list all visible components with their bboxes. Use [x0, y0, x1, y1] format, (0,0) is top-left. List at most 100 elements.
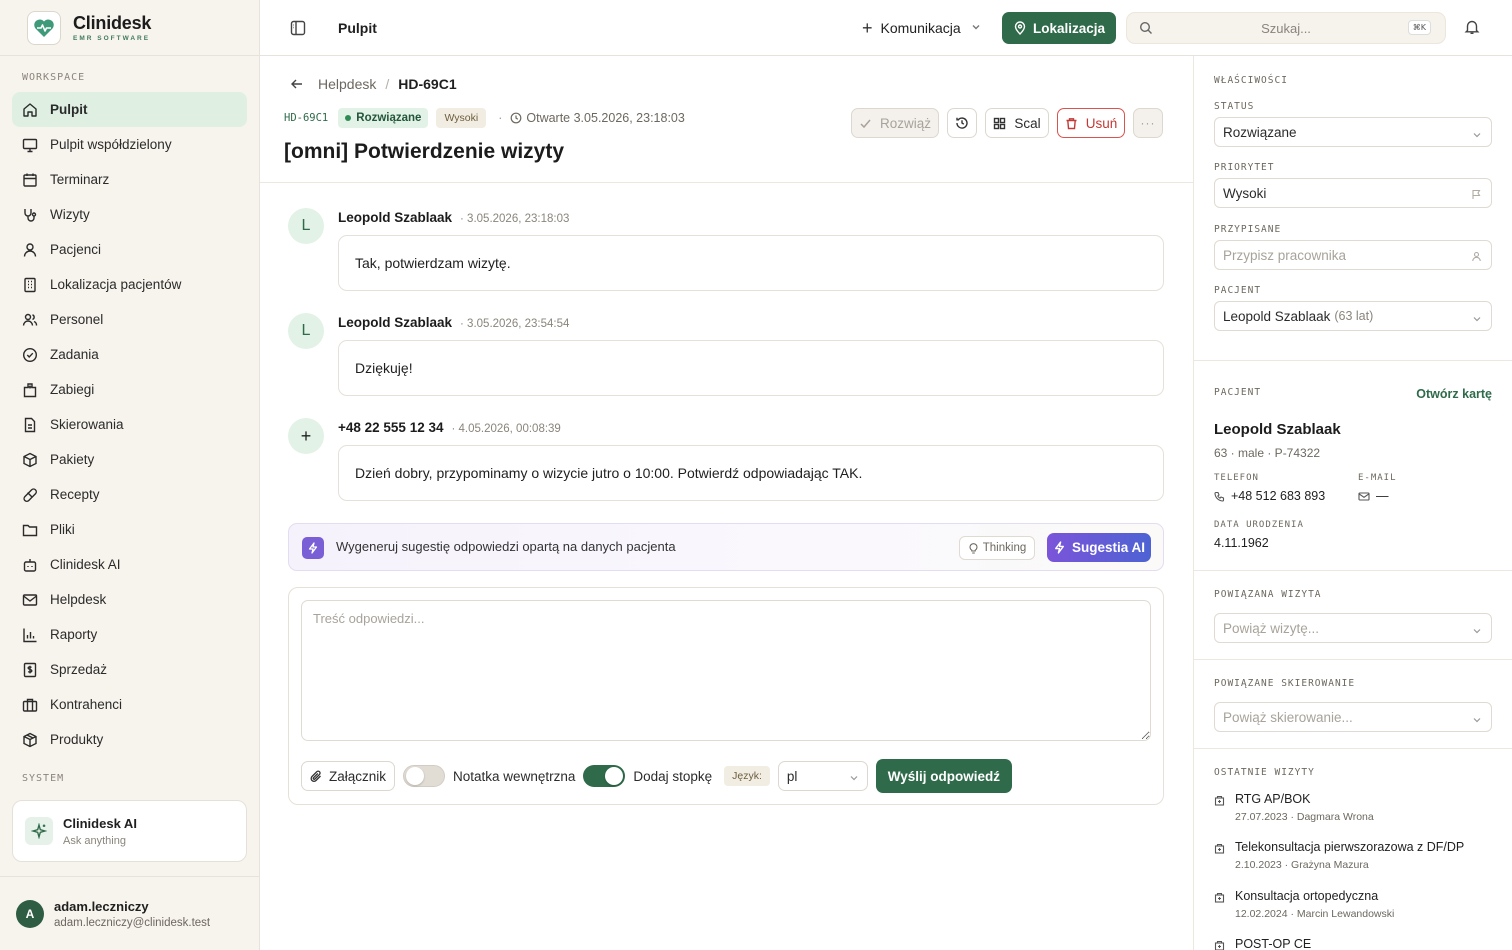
visit-meta: 12.02.2024 · Marcin Lewandowski: [1235, 908, 1395, 920]
resolve-button[interactable]: Rozwiąż: [851, 108, 939, 138]
status-badge: Rozwiązane: [338, 108, 429, 128]
attachment-button[interactable]: Załącznik: [301, 761, 396, 791]
patient-card-label: PACJENT: [1214, 387, 1262, 398]
sidebar-item-label: Helpdesk: [50, 592, 107, 607]
properties-section: WŁAŚCIWOŚCI STATUS Rozwiązane PRIORYTET …: [1194, 56, 1512, 361]
phone-label: TELEFON: [1214, 473, 1259, 483]
patient-select[interactable]: Leopold Szablaak (63 lat): [1214, 301, 1492, 331]
box-icon: [23, 732, 37, 747]
reply-composer: Załącznik Notatka wewnętrzna Dodaj stopk…: [288, 587, 1164, 805]
message-author: Leopold Szablaak: [338, 315, 453, 330]
assigned-placeholder: Przypisz pracownika: [1223, 247, 1347, 263]
workspace-label: WORKSPACE: [22, 72, 86, 83]
message-body: Dziękuję!: [338, 340, 1164, 396]
sidebar-item-label: Skierowania: [50, 417, 124, 432]
search-input[interactable]: [1167, 13, 1405, 43]
opened-text: Otwarte 3.05.2026, 23:18:03: [526, 111, 685, 125]
ai-suggestion-button[interactable]: Sugestia AI: [1047, 533, 1151, 562]
status-select[interactable]: Rozwiązane: [1214, 117, 1492, 147]
recent-visits-section: OSTATNIE WIZYTY RTG AP/BOK 27.07.2023 · …: [1194, 749, 1512, 950]
priority-select[interactable]: Wysoki: [1214, 178, 1492, 208]
footer-label: Dodaj stopkę: [633, 768, 713, 784]
sidebar-item-kontrahenci[interactable]: Kontrahenci: [12, 687, 247, 722]
sidebar-item-clinidesk-ai[interactable]: Clinidesk AI: [12, 547, 247, 582]
system-label: SYSTEM: [22, 773, 65, 784]
language-label: Język:: [724, 766, 770, 786]
sidebar-item-helpdesk[interactable]: Helpdesk: [12, 582, 247, 617]
sidebar-item-zadania[interactable]: Zadania: [12, 337, 247, 372]
sidebar-item-personel[interactable]: Personel: [12, 302, 247, 337]
sidebar-item-wizyty[interactable]: Wizyty: [12, 197, 247, 232]
language-select[interactable]: pl: [777, 761, 868, 791]
check-circle-icon: [22, 347, 38, 362]
sidebar-item-produkty[interactable]: Produkty: [12, 722, 247, 757]
priority-label: PRIORYTET: [1214, 162, 1275, 173]
sidebar-item-label: Raporty: [50, 627, 98, 642]
sidebar-item-pulpit-wspoldzielony[interactable]: Pulpit współdzielony: [12, 127, 247, 162]
properties-panel: WŁAŚCIWOŚCI STATUS Rozwiązane PRIORYTET …: [1193, 56, 1512, 950]
phone-value: +48 512 683 893: [1231, 489, 1326, 503]
avatar: L: [288, 313, 324, 349]
merge-button[interactable]: Scal: [985, 108, 1049, 138]
internal-note-toggle[interactable]: [403, 765, 446, 787]
list-item[interactable]: Telekonsultacja pierwszorazowa z DF/DP 2…: [1214, 840, 1494, 871]
sidebar-item-lokalizacja-pacjentow[interactable]: Lokalizacja pacjentów: [12, 267, 247, 302]
mail-icon: [22, 593, 38, 606]
sidebar-item-sprzedaz[interactable]: Sprzedaż: [12, 652, 247, 687]
lokalizacja-button[interactable]: Lokalizacja: [1002, 12, 1116, 44]
thinking-toggle[interactable]: Thinking: [959, 536, 1035, 560]
status-badge-label: Rozwiązane: [356, 112, 422, 124]
back-arrow-icon[interactable]: [290, 77, 304, 91]
chevron-down-icon: [1472, 128, 1482, 143]
more-options-icon: ···: [1140, 116, 1156, 130]
sidebar-item-pulpit[interactable]: Pulpit: [12, 92, 247, 127]
brand[interactable]: Clinidesk EMR SOFTWARE: [0, 0, 259, 56]
message-author: +48 22 555 12 34: [338, 420, 444, 435]
patient-phone[interactable]: +48 512 683 893: [1214, 489, 1325, 503]
list-item[interactable]: Konsultacja ortopedyczna 12.02.2024 · Ma…: [1214, 889, 1494, 920]
user-profile[interactable]: A adam.leczniczy adam.leczniczy@clinides…: [0, 876, 259, 950]
sidebar-toggle-icon[interactable]: [290, 20, 306, 36]
sidebar-item-pakiety[interactable]: Pakiety: [12, 442, 247, 477]
sidebar-item-label: Lokalizacja pacjentów: [50, 277, 182, 292]
history-button[interactable]: [947, 108, 977, 138]
priority-value: Wysoki: [1223, 185, 1267, 201]
sidebar-item-terminarz[interactable]: Terminarz: [12, 162, 247, 197]
paperclip-icon: [310, 770, 321, 782]
ai-card-subtitle: Ask anything: [63, 834, 126, 847]
send-reply-button[interactable]: Wyślij odpowiedź: [875, 759, 1012, 793]
delete-button[interactable]: Usuń: [1057, 108, 1125, 138]
chevron-down-icon: [1472, 713, 1482, 728]
list-item[interactable]: RTG AP/BOK 27.07.2023 · Dagmara Wrona: [1214, 792, 1494, 823]
more-options-button[interactable]: ···: [1133, 108, 1163, 138]
search-shortcut: ⌘K: [1407, 20, 1431, 35]
sidebar-item-skierowania[interactable]: Skierowania: [12, 407, 247, 442]
plus-icon: +: [862, 17, 873, 38]
ai-assistant-card[interactable]: Clinidesk AI Ask anything: [12, 800, 247, 862]
patient-name: Leopold Szablaak: [1214, 421, 1341, 438]
assigned-select[interactable]: Przypisz pracownika: [1214, 240, 1492, 270]
sidebar-item-raporty[interactable]: Raporty: [12, 617, 247, 652]
open-card-link[interactable]: Otwórz kartę: [1416, 387, 1492, 401]
breadcrumb-helpdesk[interactable]: Helpdesk: [318, 76, 376, 92]
message-body: Tak, potwierdzam wizytę.: [338, 235, 1164, 291]
sidebar-item-zabiegi[interactable]: Zabiegi: [12, 372, 247, 407]
bot-icon: [23, 558, 37, 572]
hospital-icon: [1214, 940, 1225, 950]
sidebar-item-recepty[interactable]: Recepty: [12, 477, 247, 512]
sidebar-item-label: Kontrahenci: [50, 697, 123, 712]
opened-timestamp: Otwarte 3.05.2026, 23:18:03: [510, 111, 685, 125]
reply-textarea[interactable]: [301, 600, 1151, 741]
related-visit-select[interactable]: Powiąż wizytę...: [1214, 613, 1492, 643]
list-item[interactable]: POST-OP CE: [1214, 937, 1494, 950]
briefcase-icon: [22, 698, 38, 712]
footer-toggle[interactable]: [583, 765, 626, 787]
related-referral-select[interactable]: Powiąż skierowanie...: [1214, 702, 1492, 732]
bell-icon[interactable]: [1464, 19, 1480, 38]
komunikacja-dropdown[interactable]: + Komunikacja: [862, 14, 981, 42]
sidebar-item-pliki[interactable]: Pliki: [12, 512, 247, 547]
ticket-header: Helpdesk / HD-69C1 HD-69C1 Rozwiązane Wy…: [260, 56, 1193, 183]
pill-icon: [23, 487, 37, 502]
sidebar-item-pacjenci[interactable]: Pacjenci: [12, 232, 247, 267]
map-pin-icon: [1014, 21, 1026, 35]
